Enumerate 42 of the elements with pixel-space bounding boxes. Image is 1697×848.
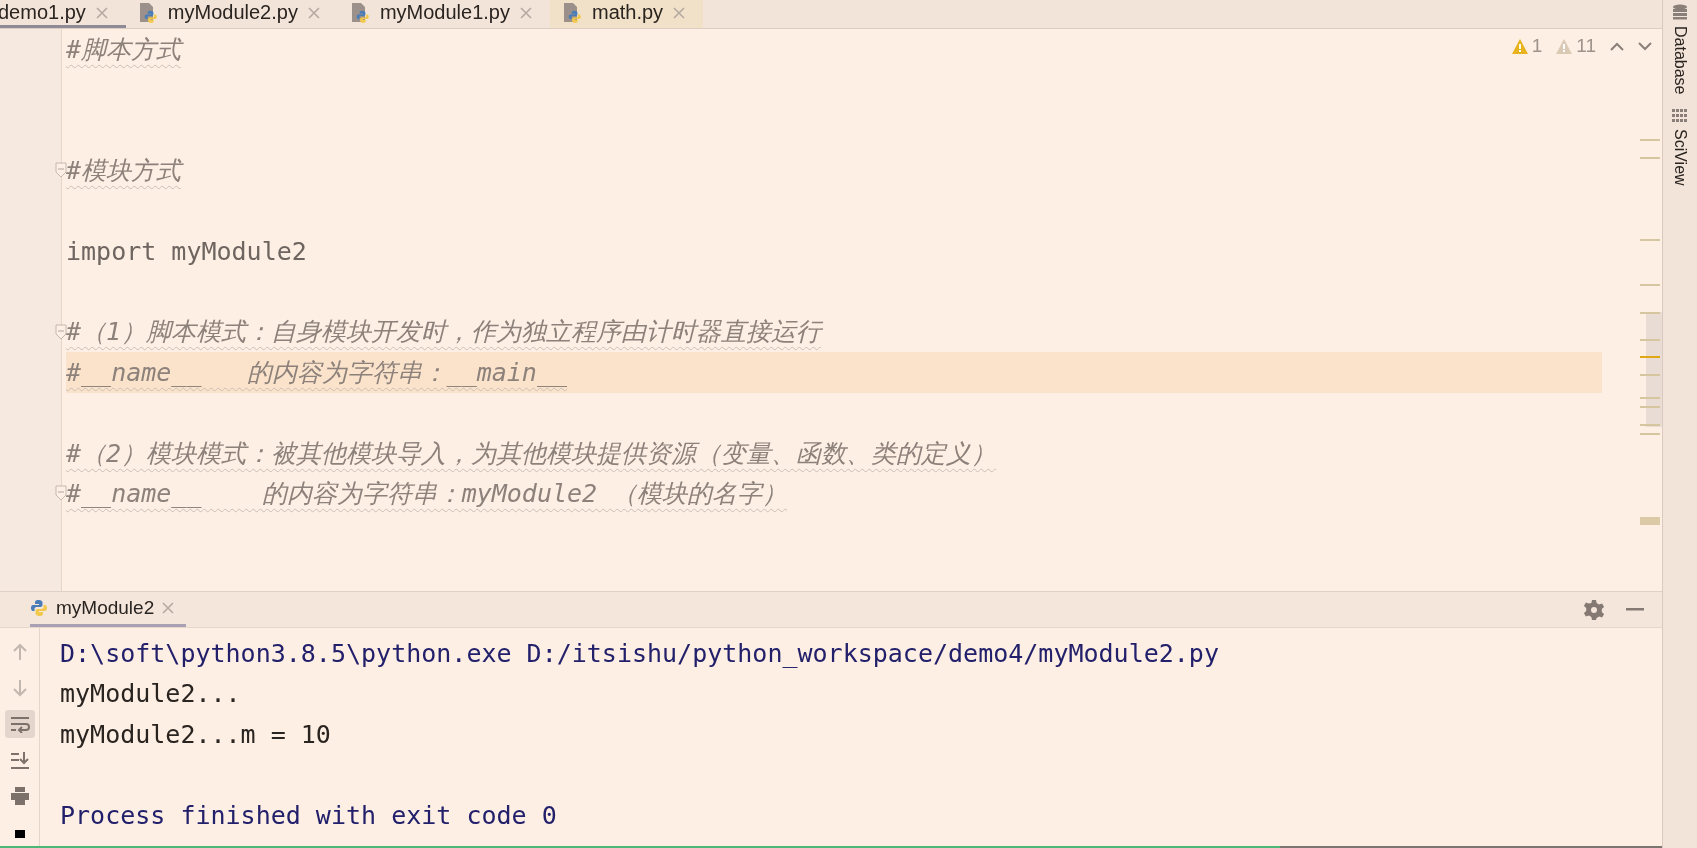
- python-file-icon: [561, 1, 582, 24]
- warning-icon: [1556, 38, 1573, 54]
- grid-icon: [1672, 108, 1688, 123]
- scroll-to-end-icon: [8, 750, 31, 770]
- database-icon: [1672, 4, 1688, 20]
- warning-icon: [1511, 38, 1528, 54]
- side-tool-button[interactable]: SciView: [1671, 108, 1689, 186]
- editor-tab[interactable]: myModule1.py: [337, 0, 550, 28]
- soft-wrap-icon: [8, 715, 31, 733]
- code-line: import myModule2: [66, 236, 307, 266]
- chevron-down-icon[interactable]: [1638, 41, 1652, 51]
- console-line: myModule2...m = 10: [60, 719, 331, 749]
- editor-tab[interactable]: myModule2.py: [125, 0, 338, 28]
- chevron-up-icon[interactable]: [1610, 41, 1624, 51]
- close-icon[interactable]: [519, 6, 532, 19]
- code-comment: #模块方式: [66, 154, 182, 187]
- settings-icon[interactable]: [1584, 599, 1604, 620]
- console-line: Process finished with exit code 0: [60, 800, 557, 830]
- fold-marker-icon[interactable]: [55, 485, 67, 502]
- close-icon[interactable]: [95, 6, 108, 19]
- close-icon[interactable]: [307, 6, 320, 19]
- console-line: D:\soft\python3.8.5\python.exe D:/itsishu/python_workspace/demo4/myModule2.py: [60, 638, 1219, 668]
- code-comment: #__name__ 的内容为字符串：myModule2 （模块的名字）: [66, 478, 788, 510]
- minimize-icon[interactable]: [1626, 607, 1644, 612]
- python-icon: [30, 599, 48, 617]
- fold-marker-icon[interactable]: [55, 162, 67, 179]
- warning-count: 1: [1531, 35, 1543, 57]
- warning-count: 11: [1576, 35, 1596, 57]
- code-comment: #（2）模块模式：被其他模块导入，为其他模块提供资源（变量、函数、类的定义）: [66, 437, 997, 470]
- python-file-icon: [137, 1, 158, 24]
- python-file-icon: [349, 1, 370, 24]
- fold-marker-icon[interactable]: [55, 323, 67, 340]
- code-comment: #脚本方式: [66, 33, 182, 66]
- run-tab[interactable]: myModule2: [30, 592, 187, 627]
- console-line: myModule2...: [60, 679, 241, 709]
- side-tool-button[interactable]: Database: [1671, 4, 1689, 95]
- printer-icon: [8, 786, 31, 806]
- down-arrow-icon: [10, 678, 29, 698]
- close-icon[interactable]: [162, 602, 175, 614]
- close-icon[interactable]: [673, 6, 686, 19]
- code-comment: #（1）脚本模式：自身模块开发时，作为独立程序由计时器直接运行: [66, 316, 822, 349]
- editor-tab[interactable]: math.py: [549, 0, 704, 28]
